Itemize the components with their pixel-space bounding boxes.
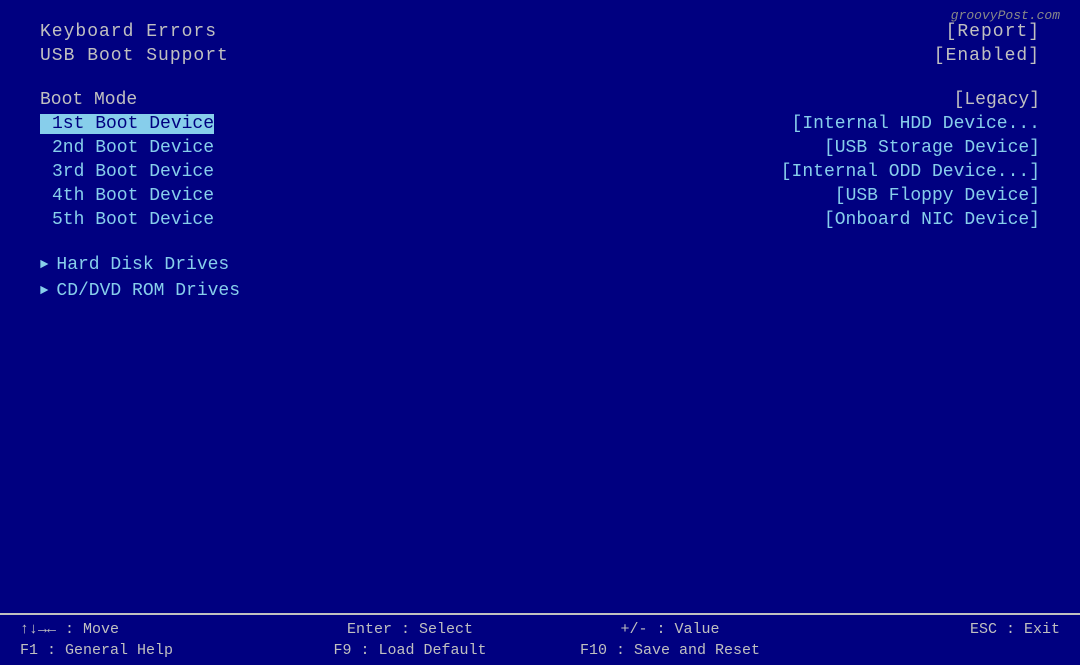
hard-disk-drives-label: Hard Disk Drives (56, 255, 229, 275)
boot-device-2-value: [USB Storage Device] (824, 138, 1040, 158)
main-content: groovyPost.com Keyboard Errors [Report] … (0, 0, 1080, 613)
boot-mode-row[interactable]: Boot Mode [Legacy] (40, 88, 1040, 112)
boot-device-1-label: 1st Boot Device (40, 114, 214, 134)
boot-device-5-value: [Onboard NIC Device] (824, 210, 1040, 230)
arrows-icon: ↑↓→← (20, 621, 56, 638)
f9-hint: F9 : Load Default (280, 642, 540, 659)
keyboard-errors-value: [Report] (946, 22, 1040, 42)
spacer (800, 642, 1060, 659)
bottom-bar: ↑↓→← : Move Enter : Select +/- : Value E… (0, 613, 1080, 665)
cd-dvd-arrow-icon: ► (40, 283, 48, 299)
usb-boot-support-value: [Enabled] (934, 46, 1040, 66)
value-hint: +/- : Value (540, 621, 800, 638)
bios-screen: groovyPost.com Keyboard Errors [Report] … (0, 0, 1080, 665)
boot-device-5-label: 5th Boot Device (40, 210, 214, 230)
settings-table: Keyboard Errors [Report] USB Boot Suppor… (40, 20, 1040, 68)
bottom-line-2: F1 : General Help F9 : Load Default F10 … (20, 642, 1060, 659)
keyboard-errors-row: Keyboard Errors [Report] (40, 20, 1040, 44)
watermark: groovyPost.com (951, 8, 1060, 23)
boot-device-row-5[interactable]: 5th Boot Device [Onboard NIC Device] (40, 208, 1040, 232)
boot-device-1-value: [Internal HDD Device... (792, 114, 1040, 134)
boot-device-row-3[interactable]: 3rd Boot Device [Internal ODD Device...] (40, 160, 1040, 184)
bottom-line-1: ↑↓→← : Move Enter : Select +/- : Value E… (20, 621, 1060, 638)
hard-disk-arrow-icon: ► (40, 257, 48, 273)
section-gap-2 (40, 232, 1040, 252)
move-hint: ↑↓→← : Move (20, 621, 280, 638)
cd-dvd-rom-row[interactable]: ► CD/DVD ROM Drives (40, 278, 1040, 304)
boot-device-3-value: [Internal ODD Device...] (781, 162, 1040, 182)
boot-mode-value: [Legacy] (954, 90, 1040, 110)
f10-hint: F10 : Save and Reset (540, 642, 800, 659)
hard-disk-drives-row[interactable]: ► Hard Disk Drives (40, 252, 1040, 278)
boot-device-row-4[interactable]: 4th Boot Device [USB Floppy Device] (40, 184, 1040, 208)
boot-device-2-label: 2nd Boot Device (40, 138, 214, 158)
usb-boot-support-label: USB Boot Support (40, 46, 229, 66)
bottom-rows: ↑↓→← : Move Enter : Select +/- : Value E… (20, 621, 1060, 659)
cd-dvd-rom-label: CD/DVD ROM Drives (56, 281, 240, 301)
boot-device-4-label: 4th Boot Device (40, 186, 214, 206)
boot-device-row-2[interactable]: 2nd Boot Device [USB Storage Device] (40, 136, 1040, 160)
section-gap (40, 68, 1040, 88)
keyboard-errors-label: Keyboard Errors (40, 22, 217, 42)
boot-mode-label: Boot Mode (40, 90, 137, 110)
enter-hint: Enter : Select (280, 621, 540, 638)
esc-hint: ESC : Exit (800, 621, 1060, 638)
boot-device-3-label: 3rd Boot Device (40, 162, 214, 182)
f1-hint: F1 : General Help (20, 642, 280, 659)
usb-boot-support-row: USB Boot Support [Enabled] (40, 44, 1040, 68)
boot-device-4-value: [USB Floppy Device] (835, 186, 1040, 206)
boot-device-row-1[interactable]: 1st Boot Device [Internal HDD Device... (40, 112, 1040, 136)
